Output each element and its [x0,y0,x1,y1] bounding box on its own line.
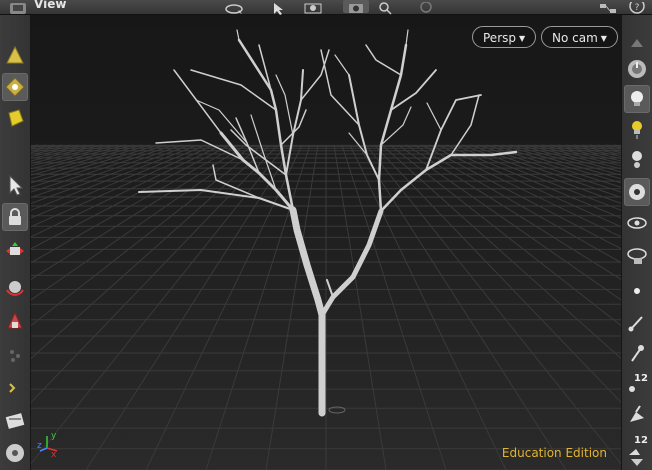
normal-display-icon[interactable] [624,308,650,336]
arrow-select-icon[interactable] [2,171,28,199]
primitive-number-badge: 12 [634,435,648,446]
display-options-icon[interactable] [624,55,650,83]
tree-geometry [138,29,518,417]
camera-view-label: Persp [483,31,516,45]
scroll-down-icon[interactable] [624,455,650,469]
record-icon[interactable] [416,0,436,13]
sphere-shelf-icon[interactable] [2,41,28,69]
network-icon[interactable] [598,0,620,13]
camera-select-dropdown[interactable]: No cam ▼ [541,26,618,48]
search-icon[interactable] [377,0,395,15]
light-link-icon[interactable] [624,145,650,173]
scroll-up-icon[interactable] [624,33,650,53]
eye-icon[interactable] [624,209,650,237]
light-bulb-icon[interactable] [624,85,650,113]
point-display-icon[interactable] [624,277,650,305]
camera-view-dropdown[interactable]: Persp ▼ [472,26,537,48]
snap-icon[interactable] [303,0,327,14]
help-icon[interactable]: ? [628,0,646,14]
axis-x-label: x [51,450,57,458]
chevron-down-icon: ▼ [600,34,607,43]
scene-viewport[interactable]: Persp ▼ No cam ▼ y x z Education Edition [31,15,621,470]
axis-gizmo: y x z [37,431,58,458]
right-toolbar: 12 12 [621,15,652,470]
primitive-display-icon[interactable] [624,401,650,429]
display-option-icon[interactable] [343,0,369,13]
left-toolbar [0,15,31,470]
view-orbit-icon[interactable] [224,0,246,14]
disk-icon[interactable] [2,439,28,467]
axis-z-label: z [37,441,42,451]
pane-type-icon[interactable] [8,0,30,14]
edition-label: Education Edition [501,446,607,460]
rotate-tool-icon[interactable] [2,273,28,301]
point-number-badge: 12 [634,373,648,384]
scene-canvas [31,29,621,470]
render-shelf-icon[interactable] [2,407,28,435]
chevron-down-icon: ▼ [519,34,526,43]
select-mode-icon[interactable] [268,0,290,15]
paint-tool-icon[interactable] [2,341,28,369]
axis-y-label: y [51,431,57,441]
svg-text:?: ? [635,3,640,13]
pane-header: View ? [0,0,652,15]
move-tool-icon[interactable] [2,237,28,265]
point-number-icon[interactable]: 12 [624,370,650,398]
vertex-display-icon[interactable] [624,339,650,367]
camera-select-label: No cam [552,31,598,45]
camera-icon[interactable] [624,178,650,206]
view-tool-icon[interactable] [2,73,28,101]
scale-tool-icon[interactable] [2,307,28,335]
headlight-icon[interactable] [624,115,650,143]
eye-camera-icon[interactable] [624,241,650,269]
box-shelf-icon[interactable] [2,104,28,132]
pane-title: View [34,0,67,11]
lock-icon[interactable] [2,203,28,231]
handle-tool-icon[interactable] [2,373,28,401]
